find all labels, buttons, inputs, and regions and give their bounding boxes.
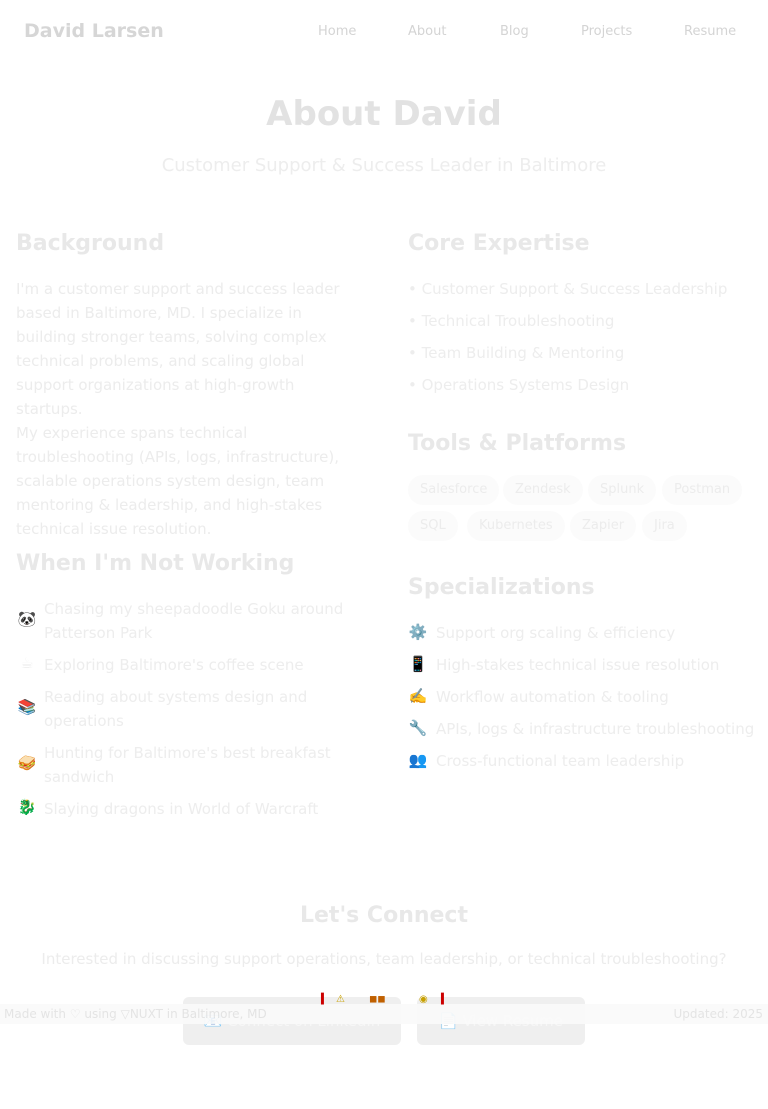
nav-projects[interactable]: Projects	[581, 24, 632, 39]
hobby-item: Chasing my sheepadoodle Goku around Patt…	[44, 600, 344, 642]
background-paragraph-2: My experience spans technical troublesho…	[16, 424, 339, 538]
hobby-item: Slaying dragons in World of Warcraft	[44, 800, 319, 818]
core-expertise-heading: Core Expertise	[408, 231, 590, 256]
phone-icon: 📱	[408, 655, 428, 673]
footer-credit: Made with ♡ using ▽NUXT in Baltimore, MD	[4, 1007, 267, 1021]
specialization-item: APIs, logs & infrastructure troubleshoot…	[436, 720, 755, 738]
hobby-item: Hunting for Baltimore's best breakfast s…	[44, 744, 331, 786]
specialization-item: High-stakes technical issue resolution	[436, 656, 720, 674]
footer-updated: Updated: 2025	[673, 1007, 763, 1021]
tool-tag-jira: Jira	[642, 511, 687, 541]
sandwich-icon: 🥪	[17, 754, 37, 772]
nav-resume[interactable]: Resume	[684, 24, 736, 39]
decorative-glyph-icon: ◉	[419, 994, 428, 1005]
tool-tag-postman: Postman	[662, 475, 743, 505]
gear-icon: ⚙️	[408, 623, 428, 641]
hobby-item: Reading about systems design and operati…	[44, 688, 308, 730]
footer-bar: Made with ♡ using ▽NUXT in Baltimore, MD…	[0, 1004, 768, 1024]
specializations-heading: Specializations	[408, 575, 595, 600]
not-working-heading: When I'm Not Working	[16, 551, 295, 576]
connect-heading: Let's Connect	[299, 903, 468, 928]
wrench-icon: 🔧	[408, 719, 428, 737]
decorative-glyph-icon: ⚠	[336, 994, 345, 1005]
specialization-item: Support org scaling & efficiency	[436, 624, 676, 642]
page-subtitle: Customer Support & Success Leader in Bal…	[161, 155, 607, 176]
coffee-icon: ☕	[20, 654, 34, 672]
writing-hand-icon: ✍️	[408, 687, 428, 705]
expertise-item: • Customer Support & Success Leadership	[408, 280, 728, 298]
specialization-item: Workflow automation & tooling	[436, 688, 669, 706]
specialization-item: Cross-functional team leadership	[436, 752, 685, 770]
tools-heading: Tools & Platforms	[408, 431, 627, 456]
expertise-item: • Operations Systems Design	[408, 376, 630, 394]
expertise-item: • Team Building & Mentoring	[408, 344, 625, 362]
nav-blog[interactable]: Blog	[500, 24, 529, 39]
nav-home[interactable]: Home	[318, 24, 356, 39]
books-icon: 📚	[17, 698, 37, 716]
panda-icon: 🐼	[17, 610, 37, 628]
brand-logo[interactable]: David Larsen	[24, 20, 164, 42]
background-heading: Background	[16, 231, 165, 256]
tool-tag-zendesk: Zendesk	[503, 475, 583, 505]
tool-tag-kubernetes: Kubernetes	[467, 511, 565, 541]
decorative-glyph-icon: ▍	[321, 994, 329, 1005]
hobby-item: Exploring Baltimore's coffee scene	[44, 656, 304, 674]
connect-text: Interested in discussing support operati…	[41, 950, 727, 968]
tool-tag-zapier: Zapier	[570, 511, 637, 541]
decorative-glyph-icon: ▍	[441, 994, 449, 1005]
tool-tag-splunk: Splunk	[588, 475, 657, 505]
tool-tag-sql: SQL	[408, 511, 458, 541]
expertise-item: • Technical Troubleshooting	[408, 312, 615, 330]
dragon-icon: 🐉	[17, 798, 37, 816]
nav-about[interactable]: About	[408, 24, 446, 39]
people-icon: 👥	[408, 751, 428, 769]
background-paragraph-1: I'm a customer support and success leade…	[16, 280, 340, 418]
tool-tag-salesforce: Salesforce	[408, 475, 500, 505]
decorative-glyph-icon: ◼◼	[369, 994, 386, 1005]
page-title: About David	[266, 94, 502, 134]
